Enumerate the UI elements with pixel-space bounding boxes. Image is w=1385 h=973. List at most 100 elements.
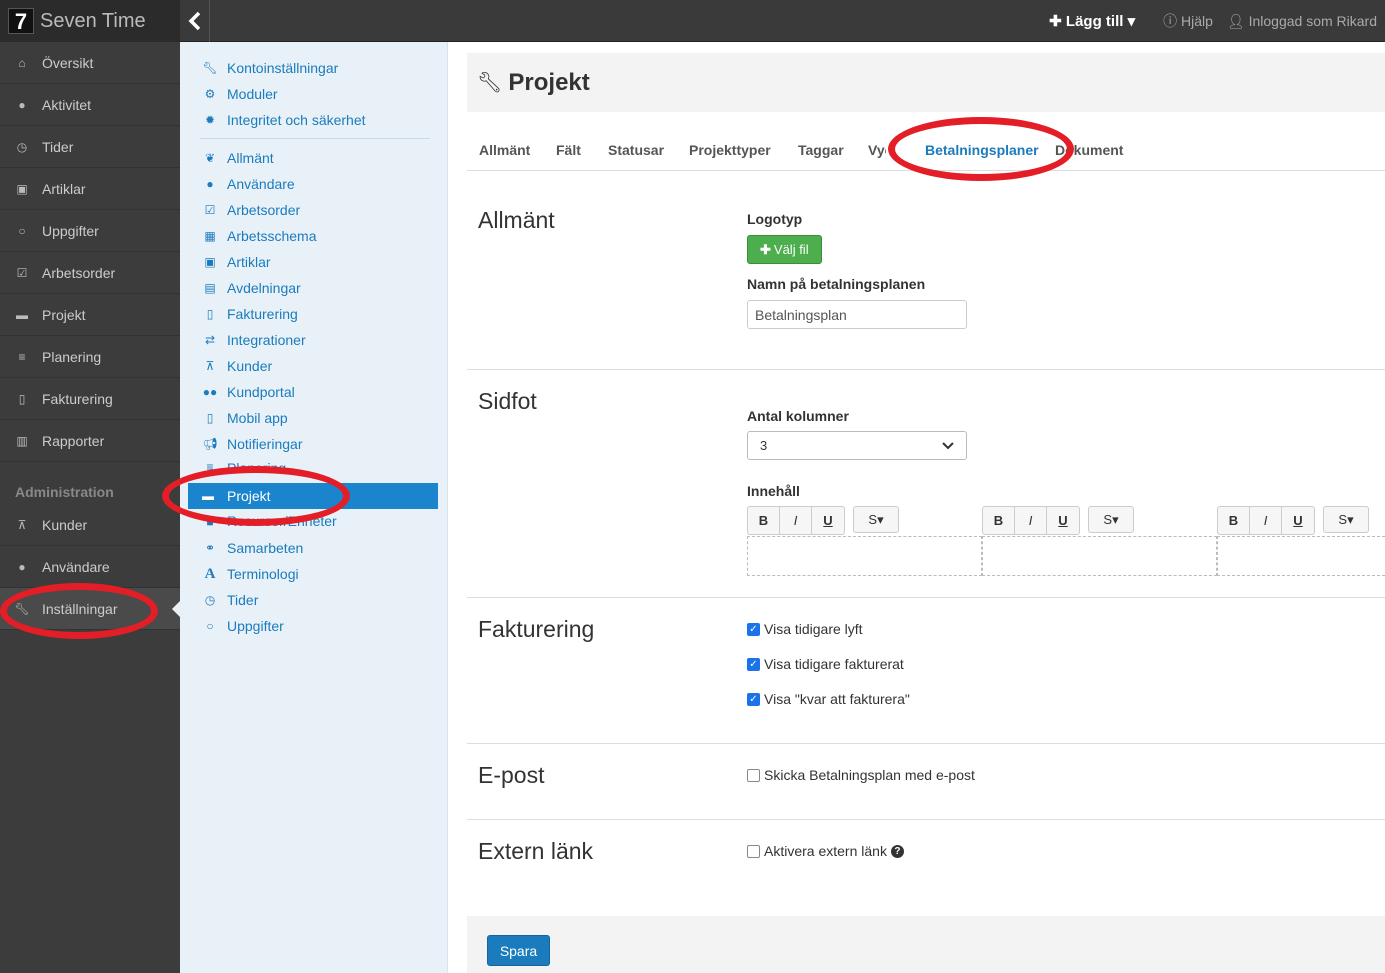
nav-item-anvandare[interactable]: ● Användare xyxy=(0,546,180,588)
subnav-item-mobil-app[interactable]: ▯ Mobil app xyxy=(202,408,288,428)
show-previous-lifted-check[interactable]: ✓ Visa tidigare lyft xyxy=(747,621,863,637)
italic-button[interactable]: I xyxy=(1015,507,1047,534)
tab-allmant[interactable]: Allmänt xyxy=(479,142,530,158)
italic-button[interactable]: I xyxy=(1250,507,1282,534)
subnav-item-tider[interactable]: ◷ Tider xyxy=(202,590,259,610)
section-title: Allmänt xyxy=(478,207,555,233)
brand[interactable]: 7 Seven Time xyxy=(0,0,180,42)
style-dropdown[interactable]: S ▾ xyxy=(853,506,899,533)
external-link-check[interactable]: Aktivera extern länk? xyxy=(747,843,904,859)
nav-item-uppgifter[interactable]: ○ Uppgifter xyxy=(0,210,180,252)
subnav-item-label: Projekt xyxy=(227,488,271,504)
subnav-item-notifieringar[interactable]: 📢︎ Notifieringar xyxy=(202,434,302,454)
align-left-icon: ≡ xyxy=(206,460,214,474)
nav-item-arbetsorder[interactable]: ☑ Arbetsorder xyxy=(0,252,180,294)
nav-item-label: Tider xyxy=(42,138,74,155)
user-icon: ● xyxy=(18,559,26,574)
nav-item-aktivitet[interactable]: ● Aktivitet xyxy=(0,84,180,126)
editor-area-2[interactable] xyxy=(982,536,1217,576)
subnav-item-label: Kundportal xyxy=(227,384,295,400)
left-navigation: ⌂ Översikt ● Aktivitet ◷ Tider ▣ Artiklar ○ U… xyxy=(0,42,180,973)
tab-dokument[interactable]: Dokument xyxy=(1055,142,1133,158)
nav-item-installningar[interactable]: 🔧︎ Inställningar xyxy=(0,588,180,630)
subnav-item-terminologi[interactable]: A Terminologi xyxy=(202,564,299,584)
subnav-item-kontoinstallningar[interactable]: 🔧︎ Kontoinställningar xyxy=(202,58,338,78)
underline-button[interactable]: U xyxy=(812,507,844,534)
user-menu[interactable]: 👤︎ Inloggad som Rikard xyxy=(1227,13,1377,30)
add-button[interactable]: ✚ Lägg till ▾ xyxy=(1049,12,1135,30)
show-previous-invoiced-check[interactable]: ✓ Visa tidigare fakturerat xyxy=(747,656,904,672)
subnav-item-arbetsorder[interactable]: ☑ Arbetsorder xyxy=(202,200,301,220)
save-button[interactable]: Spara xyxy=(487,935,550,966)
subnav-item-label: Terminologi xyxy=(227,566,299,582)
subnav-item-resurser[interactable]: ■ Resurser/Enheter xyxy=(202,509,336,529)
choose-file-button[interactable]: ✚ Välj fil xyxy=(747,235,822,264)
checkbox-checked[interactable]: ✓ xyxy=(747,657,760,671)
calendar-icon: ▦ xyxy=(204,229,216,243)
nav-item-rapporter[interactable]: ▥ Rapporter xyxy=(0,420,180,462)
checkbox-checked[interactable]: ✓ xyxy=(747,692,760,706)
style-dropdown[interactable]: S ▾ xyxy=(1323,506,1369,533)
checkbox-checked[interactable]: ✓ xyxy=(747,622,760,636)
show-remaining-check[interactable]: ✓ Visa "kvar att fakturera" xyxy=(747,691,910,707)
caret-down-icon: ▾ xyxy=(1127,13,1136,30)
subnav-item-arbetsschema[interactable]: ▦ Arbetsschema xyxy=(202,226,316,246)
check-label: Visa "kvar att fakturera" xyxy=(764,691,910,707)
plan-name-input[interactable] xyxy=(747,300,967,329)
italic-button[interactable]: I xyxy=(780,507,812,534)
nav-item-oversikt[interactable]: ⌂ Översikt xyxy=(0,42,180,84)
style-dropdown[interactable]: S ▾ xyxy=(1088,506,1134,533)
leaf-icon: ❦ xyxy=(204,151,216,165)
nav-item-kunder[interactable]: ⊼ Kunder xyxy=(0,504,180,546)
tab-statusar[interactable]: Statusar xyxy=(608,142,664,158)
nav-item-artiklar[interactable]: ▣ Artiklar xyxy=(0,168,180,210)
subnav-item-avdelningar[interactable]: ▤ Avdelningar xyxy=(202,278,300,298)
tab-projekttyper[interactable]: Projekttyper xyxy=(689,142,771,158)
nav-item-projekt[interactable]: ▬ Projekt xyxy=(0,294,180,336)
collapse-sidebar-button[interactable] xyxy=(180,0,210,42)
subnav-item-uppgifter[interactable]: ○ Uppgifter xyxy=(202,616,283,636)
underline-button[interactable]: U xyxy=(1047,507,1079,534)
bold-button[interactable]: B xyxy=(748,507,780,534)
underline-button[interactable]: U xyxy=(1282,507,1314,534)
subnav-item-moduler[interactable]: ⚙ Moduler xyxy=(202,84,278,104)
editor-area-1[interactable] xyxy=(747,536,982,576)
subnav-item-anvandare[interactable]: ● Användare xyxy=(202,174,294,194)
subnav-item-artiklar[interactable]: ▣ Artiklar xyxy=(202,252,270,272)
section-extern-lank: Extern länk Aktivera extern länk? xyxy=(467,820,1385,900)
question-circle-icon[interactable]: ? xyxy=(890,844,904,858)
subnav-item-planering[interactable]: ≡ Planering xyxy=(202,460,286,474)
bold-button[interactable]: B xyxy=(983,507,1015,534)
tab-falt[interactable]: Fält xyxy=(556,142,581,158)
align-left-icon: ≡ xyxy=(18,349,26,364)
nav-item-label: Artiklar xyxy=(42,180,86,197)
subnav-item-allmant[interactable]: ❦ Allmänt xyxy=(202,148,274,168)
nav-item-tider[interactable]: ◷ Tider xyxy=(0,126,180,168)
tab-betalningsplaner[interactable]: Betalningsplaner xyxy=(925,142,1039,158)
subnav-item-label: Planering xyxy=(227,460,287,474)
subnav-item-kundportal[interactable]: ●● Kundportal xyxy=(202,382,295,402)
tab-vyer[interactable]: Vyer xyxy=(868,142,886,158)
check-label: Visa tidigare fakturerat xyxy=(764,656,904,672)
subnav-item-projekt-active[interactable]: ▬ Projekt xyxy=(188,483,438,509)
subnav-item-samarbeten[interactable]: ⚭ Samarbeten xyxy=(202,538,303,558)
subnav-item-kunder[interactable]: ⊼ Kunder xyxy=(202,356,273,376)
subnav-item-integritet[interactable]: ✹ Integritet och säkerhet xyxy=(202,110,366,130)
tab-taggar[interactable]: Taggar xyxy=(798,142,844,158)
font-icon: A xyxy=(204,565,216,582)
editor-toolbar-1: B I U S ▾ xyxy=(747,506,899,535)
subnav-item-integrationer[interactable]: ⇄ Integrationer xyxy=(202,330,306,350)
checkbox-unchecked[interactable] xyxy=(747,844,760,858)
subnav-item-fakturering[interactable]: ▯ Fakturering xyxy=(202,304,298,324)
nav-item-label: Översikt xyxy=(42,54,94,71)
nav-item-label: Projekt xyxy=(42,306,86,323)
editor-area-3[interactable] xyxy=(1217,536,1385,576)
send-email-check[interactable]: Skicka Betalningsplan med e-post xyxy=(747,767,975,783)
help-link[interactable]: ⓘ Hjälp xyxy=(1163,11,1213,31)
columns-select[interactable]: 3 xyxy=(747,431,967,460)
nav-item-fakturering[interactable]: ▯ Fakturering xyxy=(0,378,180,420)
nav-item-planering[interactable]: ≡ Planering xyxy=(0,336,180,378)
file-icon: ▯ xyxy=(206,307,214,321)
bold-button[interactable]: B xyxy=(1218,507,1250,534)
checkbox-unchecked[interactable] xyxy=(747,768,760,782)
